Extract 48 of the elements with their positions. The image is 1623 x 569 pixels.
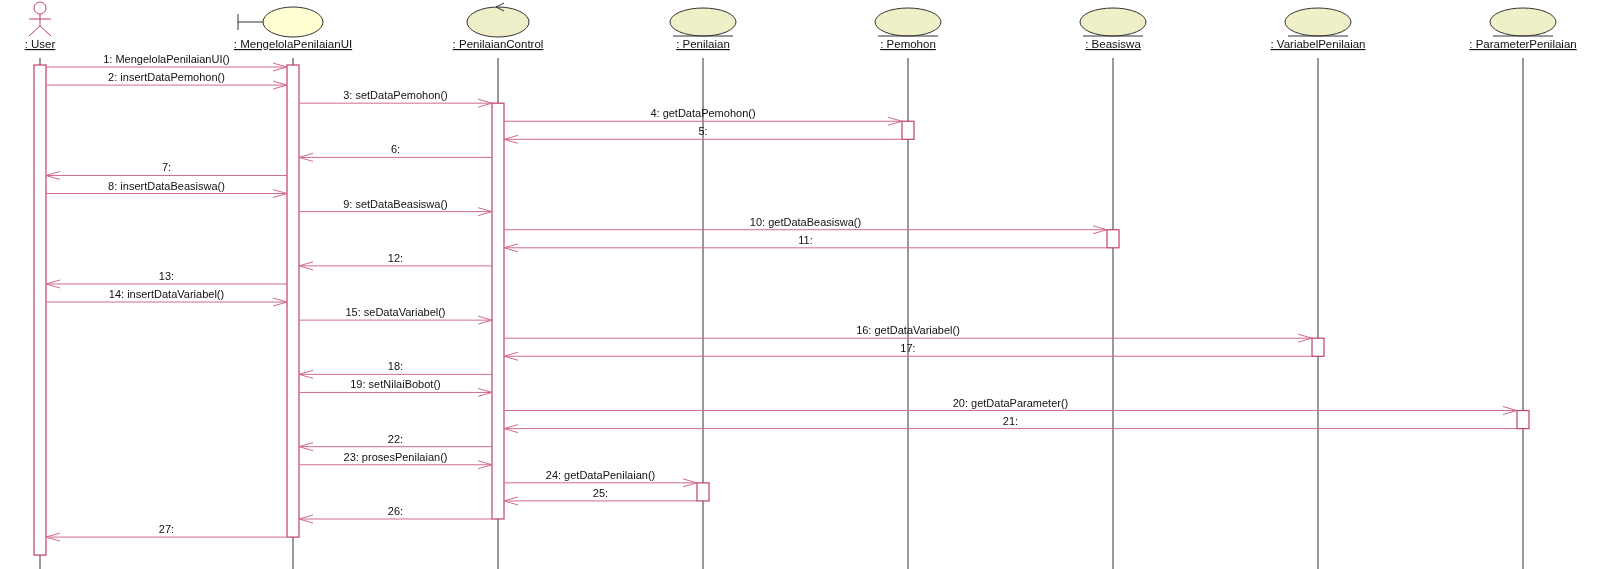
participant-label: : Beasiswa xyxy=(1085,38,1141,50)
entity-icon xyxy=(669,7,737,37)
message-label: 14: insertDataVariabel() xyxy=(108,288,225,301)
entity-icon xyxy=(1489,7,1557,37)
message-label: 11: xyxy=(798,233,813,246)
message-label: 20: getDataParameter() xyxy=(952,396,1069,409)
participant-label: : Pemohon xyxy=(880,38,936,50)
message-label: 4: getDataPemohon() xyxy=(650,107,756,120)
entity-icon xyxy=(1284,7,1352,37)
message-label: 18: xyxy=(387,360,404,373)
message-label: 8: insertDataBeasiswa() xyxy=(108,179,225,192)
message-label: 13: xyxy=(158,269,175,282)
entity-icon xyxy=(874,7,942,37)
participant-label: : MengelolaPenilaianUI xyxy=(233,38,353,50)
message-label: 23: prosesPenilaian() xyxy=(343,450,448,463)
message-label: 22: xyxy=(387,432,404,445)
message-label: 12: xyxy=(387,251,404,264)
message-label: 10: getDataBeasiswa() xyxy=(749,215,862,228)
message-label: 19: setNilaiBobot() xyxy=(350,378,441,391)
actor-icon xyxy=(28,1,52,37)
message-label: 26: xyxy=(387,505,404,517)
message-label: 9: setDataBeasiswa() xyxy=(343,197,448,210)
message-label: 25: xyxy=(592,486,609,499)
message-label: 5: xyxy=(698,125,708,138)
participant-label: : PenilaianControl xyxy=(452,38,544,50)
message-label: 3: setDataPemohon() xyxy=(343,89,448,102)
message-label: 21: xyxy=(1002,414,1019,427)
control-icon xyxy=(466,2,530,38)
message-label: 2: insertDataPemohon() xyxy=(108,71,225,84)
message-label: 24: getDataPenilaian() xyxy=(545,468,656,481)
activation-bar xyxy=(1516,409,1530,430)
participant-label: : ParameterPenilaian xyxy=(1469,38,1577,50)
participant-label: : VariabelPenilaian xyxy=(1270,38,1366,50)
activation-bar xyxy=(1106,229,1120,249)
message-label: 17: xyxy=(900,342,916,355)
message-label: 7: xyxy=(161,161,172,174)
message-label: 6: xyxy=(390,143,401,156)
entity-icon xyxy=(1079,7,1147,37)
boundary-icon xyxy=(237,6,324,38)
activation-bar xyxy=(901,120,915,140)
message-label: 16: getDataVariabel() xyxy=(856,324,960,337)
activation-bar xyxy=(696,482,710,502)
message-label: 1: MengelolaPenilaianUI() xyxy=(103,53,230,65)
participant-label: : User xyxy=(24,38,56,50)
message-label: 15: seDataVariabel() xyxy=(345,306,446,319)
participant-label: : Penilaian xyxy=(676,38,730,50)
activation-bar xyxy=(1311,337,1325,357)
message-label: 27: xyxy=(158,523,175,536)
